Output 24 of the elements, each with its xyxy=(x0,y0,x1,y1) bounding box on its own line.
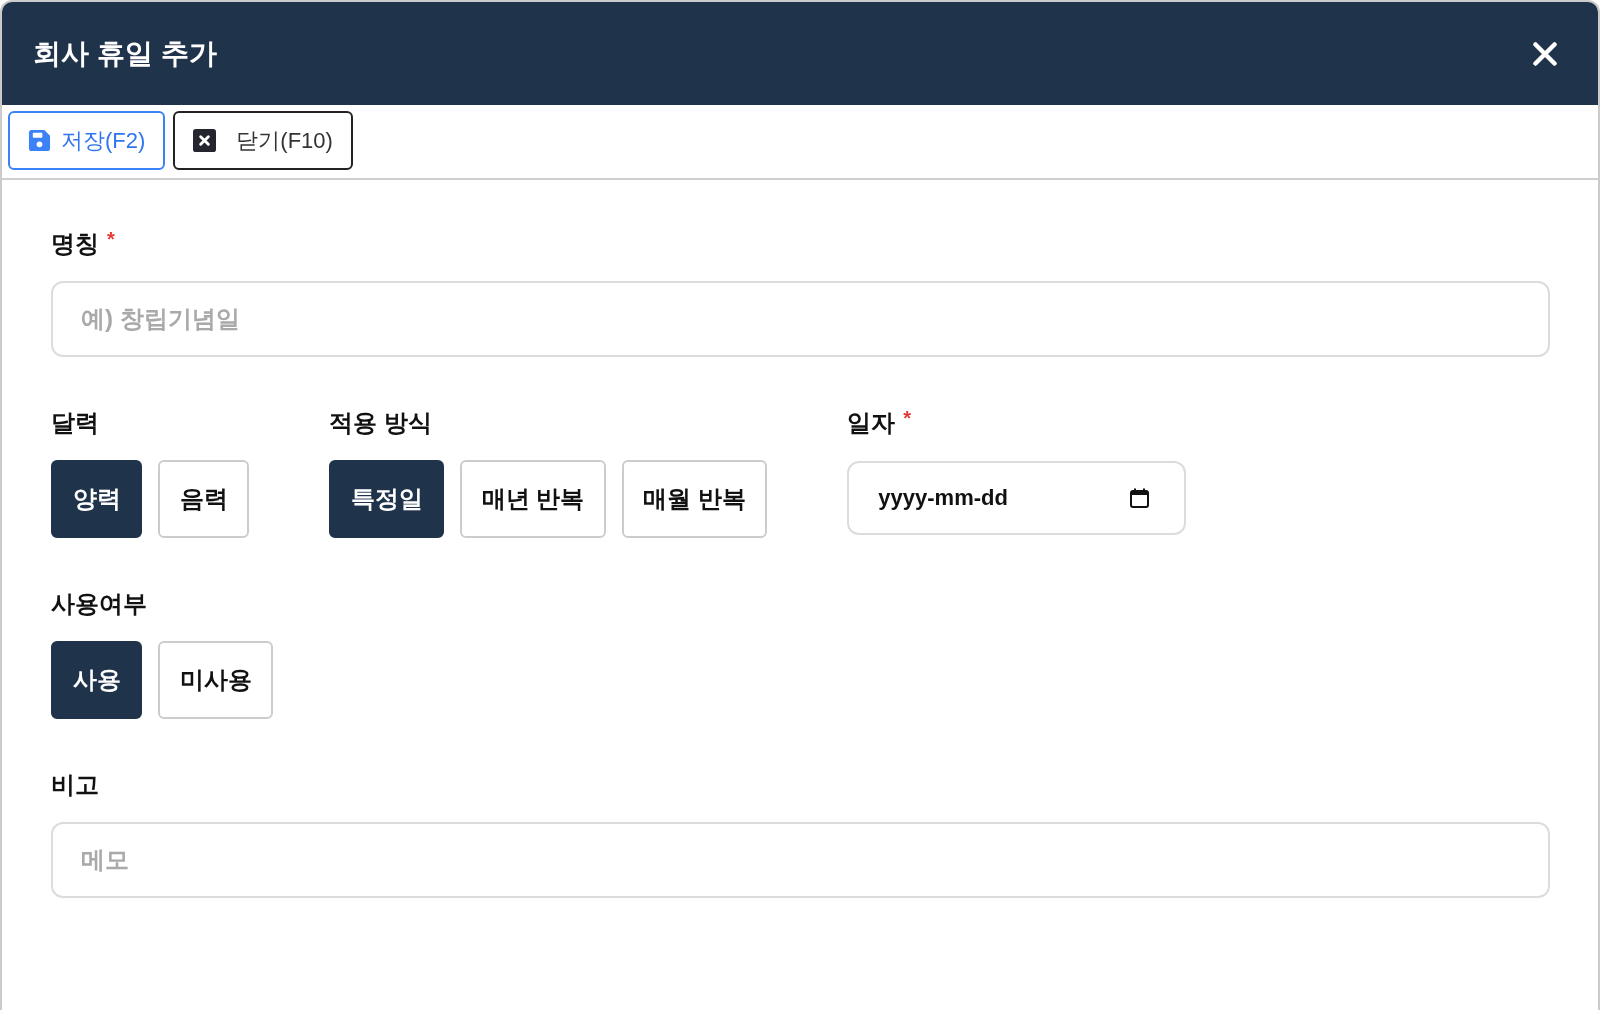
close-icon xyxy=(193,129,217,152)
save-button[interactable]: 저장(F2) xyxy=(8,111,166,170)
option-button[interactable]: 매년 반복 xyxy=(460,460,606,538)
required-mark: * xyxy=(107,229,115,249)
field-label: 일자 xyxy=(847,408,896,437)
date-field[interactable]: yyyy-mm-dd xyxy=(847,461,1187,535)
close-button[interactable]: 닫기(F10) xyxy=(173,111,353,170)
option-button[interactable]: 양력 xyxy=(51,460,142,538)
option-button[interactable]: 음력 xyxy=(158,460,249,538)
field-label: 비고 xyxy=(51,770,99,799)
close-icon[interactable] xyxy=(1533,41,1557,66)
option-button[interactable]: 사용 xyxy=(51,641,142,719)
field-label: 명칭 xyxy=(51,229,99,258)
memo-input[interactable]: 메모 xyxy=(51,822,1550,898)
dialog-title: 회사 휴일 추가 xyxy=(33,36,217,71)
calendar-icon[interactable] xyxy=(1130,488,1150,508)
option-button[interactable]: 미사용 xyxy=(158,641,273,719)
field-label: 달력 xyxy=(51,408,99,437)
option-button[interactable]: 매월 반복 xyxy=(621,460,768,538)
field-label: 사용여부 xyxy=(51,589,147,618)
field-label: 적용 방식 xyxy=(329,408,432,437)
name-input[interactable]: 예) 창립기념일 xyxy=(51,281,1550,357)
option-button[interactable]: 특정일 xyxy=(329,460,444,538)
required-mark: * xyxy=(903,408,912,428)
